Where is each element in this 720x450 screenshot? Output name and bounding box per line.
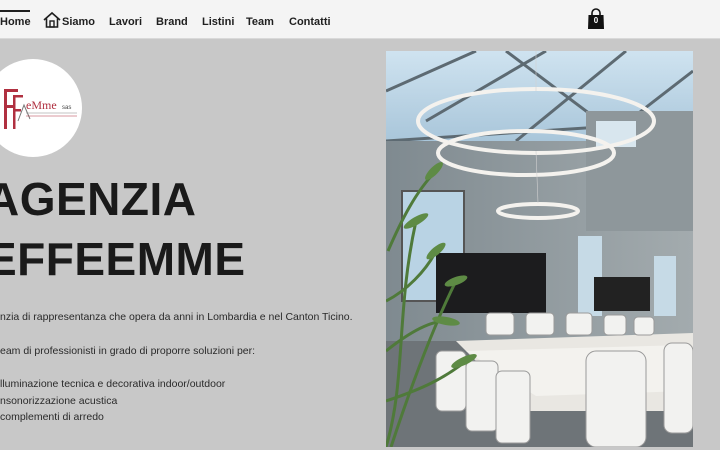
service-item: nsonorizzazione acustica [0,395,118,407]
service-item: lluminazione tecnica e decorativa indoor… [0,378,226,390]
nav-lavori[interactable]: Lavori [109,16,142,28]
cart-button[interactable]: 0 [587,8,605,30]
home-icon[interactable] [43,11,61,29]
hero-title-line2: EFFEEMME [0,233,246,285]
hero-image [386,51,693,447]
nav-brand[interactable]: Brand [156,16,188,28]
top-nav: Home Siamo Lavori Brand Listini Team Con… [0,0,720,39]
brand-logo: eMme sas [0,59,82,157]
hero-title-line1: AGENZIA [0,173,197,225]
cart-count: 0 [593,16,599,25]
nav-contatti[interactable]: Contatti [289,16,331,28]
conference-room-image [386,51,693,447]
hero-intro-text: nzia di rappresentanza che opera da anni… [0,311,353,323]
nav-listini[interactable]: Listini [202,16,234,28]
nav-team[interactable]: Team [246,16,274,28]
service-item: complementi di arredo [0,411,104,423]
logo-suffix: sas [62,105,71,111]
hero-team-text: eam di professionisti in grado di propor… [0,345,256,357]
nav-home[interactable]: Home [0,10,31,28]
logo-text: eMme [26,98,57,112]
nav-siamo[interactable]: Siamo [62,16,95,28]
logo-mark-icon: eMme sas [4,89,77,129]
